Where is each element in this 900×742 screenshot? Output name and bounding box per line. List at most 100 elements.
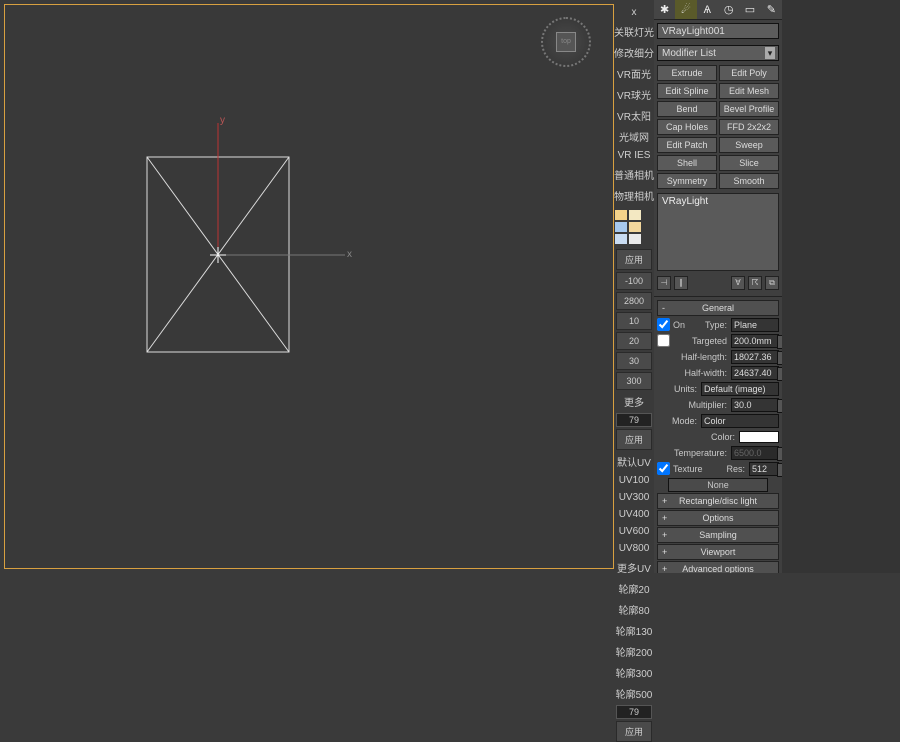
- val-2800[interactable]: 2800: [616, 292, 652, 310]
- lk-500[interactable]: 轮廓500: [614, 683, 654, 704]
- rollout-sampling[interactable]: Sampling: [657, 527, 779, 543]
- btn-edit-mesh[interactable]: Edit Mesh: [719, 83, 779, 99]
- res-value[interactable]: 512: [749, 462, 779, 476]
- mid-item-camera[interactable]: 普通相机: [614, 164, 654, 185]
- mid-item-phys-camera[interactable]: 物理相机: [614, 185, 654, 206]
- rollout-rect[interactable]: Rectangle/disc light: [657, 493, 779, 509]
- stack-item[interactable]: VRayLight: [662, 196, 774, 207]
- val-20[interactable]: 20: [616, 332, 652, 350]
- half-width-value[interactable]: 24637.40: [731, 366, 779, 380]
- swatch[interactable]: [615, 222, 627, 232]
- swatch[interactable]: [615, 210, 627, 220]
- btn-extrude[interactable]: Extrude: [657, 65, 717, 81]
- rollout-options[interactable]: Options: [657, 510, 779, 526]
- btn-sweep[interactable]: Sweep: [719, 137, 779, 153]
- mid-item-vr-sphere[interactable]: VR球光: [614, 84, 654, 105]
- make-unique-icon[interactable]: ∀: [731, 276, 745, 290]
- tab-utilities-icon[interactable]: ✎: [761, 0, 782, 19]
- remove-modifier-icon[interactable]: ☈: [748, 276, 762, 290]
- swatch[interactable]: [615, 234, 627, 244]
- command-panel-tabs: ✱ ☄ Ѧ ◷ ▭ ✎: [654, 0, 782, 20]
- mode-dropdown[interactable]: Color: [701, 414, 779, 428]
- btn-bevel-profile[interactable]: Bevel Profile: [719, 101, 779, 117]
- texture-none-button[interactable]: None: [668, 478, 768, 492]
- half-length-value[interactable]: 18027.36: [731, 350, 779, 364]
- btn-edit-spline[interactable]: Edit Spline: [657, 83, 717, 99]
- mid-item-vr-sun[interactable]: VR太阳: [614, 105, 654, 126]
- swatch[interactable]: [629, 234, 641, 244]
- more-uv[interactable]: 更多UV: [614, 557, 654, 578]
- val-neg100[interactable]: -100: [616, 272, 652, 290]
- show-end-result-icon[interactable]: ∥: [674, 276, 688, 290]
- apply-button-2[interactable]: 应用: [616, 429, 652, 450]
- half-width-label: Half-width:: [657, 368, 731, 378]
- val-300[interactable]: 300: [616, 372, 652, 390]
- mid-item-ies-web[interactable]: 光域网: [614, 126, 654, 147]
- btn-cap-holes[interactable]: Cap Holes: [657, 119, 717, 135]
- btn-edit-poly[interactable]: Edit Poly: [719, 65, 779, 81]
- mid-item-modify-subdiv[interactable]: 修改细分: [614, 42, 654, 63]
- btn-edit-patch[interactable]: Edit Patch: [657, 137, 717, 153]
- mid-item-vr-area[interactable]: VR面光: [614, 63, 654, 84]
- btn-smooth[interactable]: Smooth: [719, 173, 779, 189]
- type-dropdown[interactable]: Plane: [731, 318, 779, 332]
- apply-button-3[interactable]: 应用: [616, 721, 652, 742]
- uv-300[interactable]: UV300: [614, 489, 654, 506]
- lk-20[interactable]: 轮廓20: [614, 578, 654, 599]
- btn-bend[interactable]: Bend: [657, 101, 717, 117]
- rollout-area[interactable]: General On Type: Plane Targeted 200.0mm …: [654, 296, 782, 573]
- modifier-list-dropdown[interactable]: Modifier List: [657, 45, 779, 61]
- close-x[interactable]: x: [614, 4, 654, 21]
- texture-checkbox[interactable]: [657, 462, 670, 475]
- rollout-advanced[interactable]: Advanced options: [657, 561, 779, 573]
- uv-400[interactable]: UV400: [614, 506, 654, 523]
- targeted-checkbox[interactable]: [657, 334, 670, 347]
- units-label: Units:: [657, 384, 701, 394]
- val-10[interactable]: 10: [616, 312, 652, 330]
- tab-hierarchy-icon[interactable]: Ѧ: [697, 0, 718, 19]
- uv-600[interactable]: UV600: [614, 523, 654, 540]
- tab-display-icon[interactable]: ▭: [739, 0, 760, 19]
- more-label[interactable]: 更多: [614, 391, 654, 412]
- btn-ffd[interactable]: FFD 2x2x2: [719, 119, 779, 135]
- viewcube[interactable]: top: [541, 17, 591, 67]
- uv-default[interactable]: 默认UV: [614, 451, 654, 472]
- more-input[interactable]: 79: [616, 413, 652, 427]
- val-30[interactable]: 30: [616, 352, 652, 370]
- rollout-viewport[interactable]: Viewport: [657, 544, 779, 560]
- rollout-general[interactable]: General: [657, 300, 779, 316]
- lk-200[interactable]: 轮廓200: [614, 641, 654, 662]
- units-dropdown[interactable]: Default (image): [701, 382, 779, 396]
- modifier-stack[interactable]: VRayLight: [657, 193, 779, 271]
- tab-motion-icon[interactable]: ◷: [718, 0, 739, 19]
- object-name-input[interactable]: VRayLight001: [657, 23, 779, 39]
- configure-sets-icon[interactable]: ⧉: [765, 276, 779, 290]
- pin-stack-icon[interactable]: ⊣: [657, 276, 671, 290]
- apply-button-1[interactable]: 应用: [616, 249, 652, 270]
- btn-symmetry[interactable]: Symmetry: [657, 173, 717, 189]
- viewcube-face[interactable]: top: [556, 32, 576, 52]
- axis-y-label: y: [220, 115, 225, 126]
- mid-item-vr-ies[interactable]: VR IES: [614, 147, 654, 164]
- type-label: Type:: [693, 320, 731, 330]
- lk-300[interactable]: 轮廓300: [614, 662, 654, 683]
- lk-130[interactable]: 轮廓130: [614, 620, 654, 641]
- btn-shell[interactable]: Shell: [657, 155, 717, 171]
- swatch[interactable]: [629, 222, 641, 232]
- uv-100[interactable]: UV100: [614, 472, 654, 489]
- lk-80[interactable]: 轮廓80: [614, 599, 654, 620]
- multiplier-label: Multiplier:: [657, 400, 731, 410]
- mid-item-link-light[interactable]: 关联灯光: [614, 21, 654, 42]
- viewport-drawing: y x: [5, 5, 613, 568]
- swatch[interactable]: [629, 210, 641, 220]
- num2-input[interactable]: 79: [616, 705, 652, 719]
- btn-slice[interactable]: Slice: [719, 155, 779, 171]
- tab-modify-icon[interactable]: ☄: [675, 0, 696, 19]
- uv-800[interactable]: UV800: [614, 540, 654, 557]
- targeted-value[interactable]: 200.0mm: [731, 334, 779, 348]
- on-checkbox[interactable]: [657, 318, 670, 331]
- tab-create-icon[interactable]: ✱: [654, 0, 675, 19]
- viewport[interactable]: y x top: [4, 4, 614, 569]
- color-swatch[interactable]: [739, 431, 779, 443]
- multiplier-value[interactable]: 30.0: [731, 398, 779, 412]
